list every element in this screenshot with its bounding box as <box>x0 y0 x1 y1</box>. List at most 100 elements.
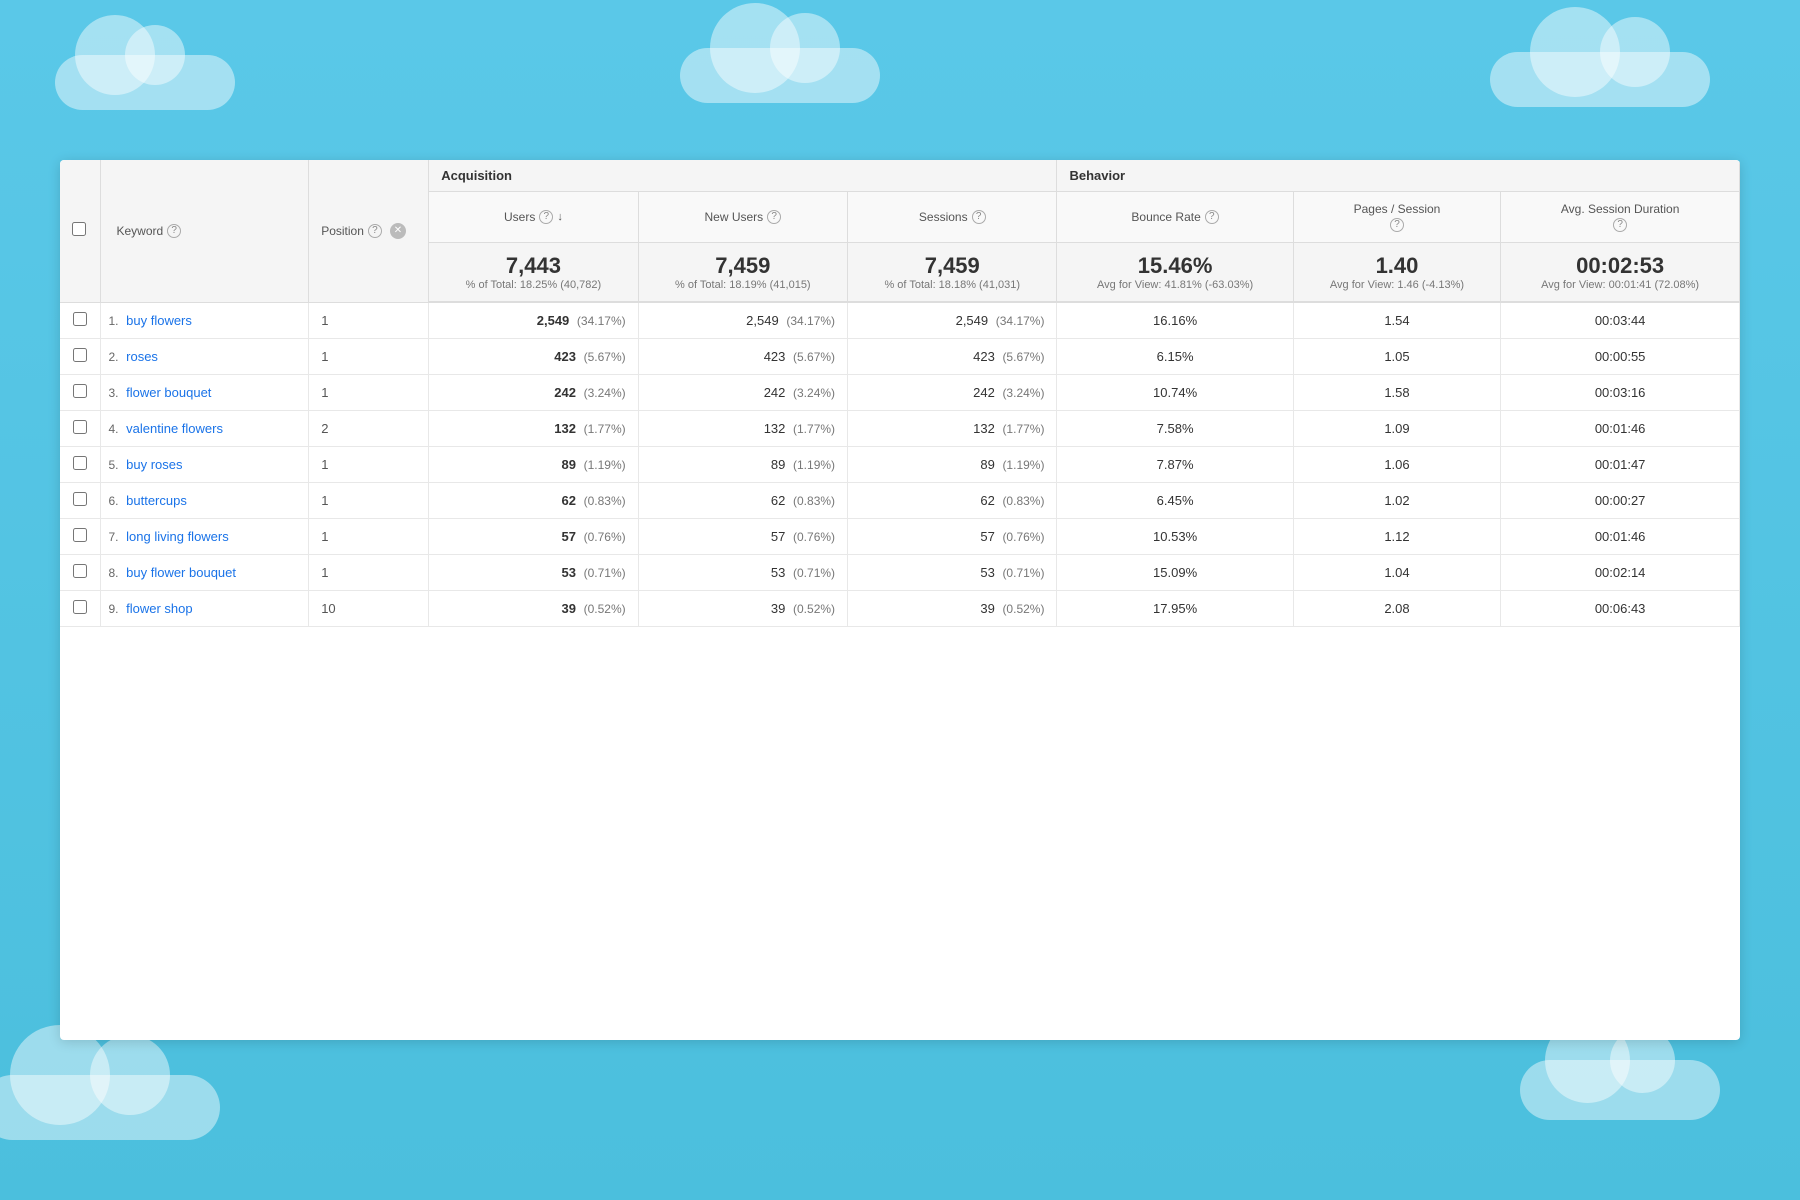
cloud-5 <box>1520 1060 1720 1120</box>
keyword-help-icon[interactable]: ? <box>167 224 181 238</box>
bounce-rate-help-icon[interactable]: ? <box>1205 210 1219 224</box>
row-users-pct: (0.71%) <box>584 566 626 580</box>
row-pages-session: 1.02 <box>1293 482 1501 518</box>
row-position: 1 <box>309 518 429 554</box>
bounce-rate-col-label: Bounce Rate <box>1131 210 1200 224</box>
row-position: 10 <box>309 590 429 626</box>
rank-keyword-cell: 4. valentine flowers <box>100 410 309 446</box>
row-checkbox-2[interactable] <box>73 384 87 398</box>
total-sessions-main: 7,459 <box>860 253 1044 279</box>
keyword-link[interactable]: flower bouquet <box>126 385 211 400</box>
row-avg-session: 00:02:14 <box>1501 554 1740 590</box>
row-users-pct: (1.77%) <box>584 422 626 436</box>
row-new-users-pct: (1.19%) <box>793 458 835 472</box>
users-sort-icon[interactable]: ↓ <box>557 211 563 223</box>
row-users-pct: (0.76%) <box>584 530 626 544</box>
row-checkbox-5[interactable] <box>73 492 87 506</box>
position-help-icon[interactable]: ? <box>368 224 382 238</box>
row-users-main: 423 <box>554 349 576 364</box>
avg-session-col-label: Avg. Session Duration <box>1561 202 1680 216</box>
total-users-sub: % of Total: 18.25% (40,782) <box>441 279 625 291</box>
row-rank: 7. <box>109 530 123 544</box>
table-row: 8. buy flower bouquet 1 53 (0.71%) 53 (0… <box>60 554 1740 590</box>
row-sessions: 39 (0.52%) <box>848 590 1057 626</box>
select-all-checkbox[interactable] <box>72 222 86 236</box>
row-users: 242 (3.24%) <box>429 374 638 410</box>
keyword-link[interactable]: roses <box>126 349 158 364</box>
row-checkbox-8[interactable] <box>73 600 87 614</box>
row-rank: 6. <box>109 494 123 508</box>
row-checkbox-0[interactable] <box>73 312 87 326</box>
row-bounce-rate: 10.74% <box>1057 374 1293 410</box>
row-position: 1 <box>309 374 429 410</box>
row-users: 132 (1.77%) <box>429 410 638 446</box>
avg-session-help-icon[interactable]: ? <box>1613 218 1627 232</box>
keyword-link[interactable]: long living flowers <box>126 529 229 544</box>
row-new-users-pct: (3.24%) <box>793 386 835 400</box>
rank-keyword-cell: 2. roses <box>100 338 309 374</box>
row-users-pct: (0.52%) <box>584 602 626 616</box>
users-help-icon[interactable]: ? <box>539 210 553 224</box>
row-users: 423 (5.67%) <box>429 338 638 374</box>
row-sessions-pct: (34.17%) <box>996 314 1045 328</box>
row-users-pct: (3.24%) <box>584 386 626 400</box>
table-row: 7. long living flowers 1 57 (0.76%) 57 (… <box>60 518 1740 554</box>
row-pages-session: 1.12 <box>1293 518 1501 554</box>
row-checkbox-cell <box>60 518 100 554</box>
row-pages-session: 1.06 <box>1293 446 1501 482</box>
position-close-icon[interactable]: ✕ <box>390 223 406 239</box>
row-pages-session: 2.08 <box>1293 590 1501 626</box>
row-new-users: 242 (3.24%) <box>638 374 847 410</box>
row-users-main: 57 <box>562 529 576 544</box>
row-users-main: 89 <box>562 457 576 472</box>
row-sessions: 423 (5.67%) <box>848 338 1057 374</box>
row-sessions-pct: (0.83%) <box>1002 494 1044 508</box>
total-bounce-rate-sub: Avg for View: 41.81% (-63.03%) <box>1069 279 1280 291</box>
row-pages-session: 1.09 <box>1293 410 1501 446</box>
row-users: 2,549 (34.17%) <box>429 302 638 338</box>
row-new-users-main: 242 <box>764 385 786 400</box>
row-checkbox-3[interactable] <box>73 420 87 434</box>
row-sessions-main: 423 <box>973 349 995 364</box>
row-position: 2 <box>309 410 429 446</box>
keyword-link[interactable]: flower shop <box>126 601 192 616</box>
users-col-label: Users <box>504 210 535 224</box>
row-sessions-pct: (0.76%) <box>1002 530 1044 544</box>
row-users-pct: (1.19%) <box>584 458 626 472</box>
row-users: 39 (0.52%) <box>429 590 638 626</box>
row-checkbox-7[interactable] <box>73 564 87 578</box>
row-sessions: 57 (0.76%) <box>848 518 1057 554</box>
row-users-main: 2,549 <box>537 313 570 328</box>
row-checkbox-4[interactable] <box>73 456 87 470</box>
row-pages-session: 1.54 <box>1293 302 1501 338</box>
row-sessions-pct: (0.71%) <box>1002 566 1044 580</box>
row-checkbox-6[interactable] <box>73 528 87 542</box>
row-users-pct: (0.83%) <box>584 494 626 508</box>
keyword-link[interactable]: valentine flowers <box>126 421 223 436</box>
new-users-help-icon[interactable]: ? <box>767 210 781 224</box>
keyword-link[interactable]: buy flowers <box>126 313 192 328</box>
row-sessions-pct: (1.77%) <box>1002 422 1044 436</box>
total-duration-main: 00:02:53 <box>1513 253 1727 279</box>
sessions-col-label: Sessions <box>919 210 968 224</box>
row-sessions: 62 (0.83%) <box>848 482 1057 518</box>
table-body: 1. buy flowers 1 2,549 (34.17%) 2,549 (3… <box>60 302 1740 626</box>
cloud-1 <box>55 55 235 110</box>
keyword-link[interactable]: buttercups <box>126 493 187 508</box>
table-row: 4. valentine flowers 2 132 (1.77%) 132 (… <box>60 410 1740 446</box>
sessions-help-icon[interactable]: ? <box>972 210 986 224</box>
keyword-link[interactable]: buy roses <box>126 457 182 472</box>
pages-session-help-icon[interactable]: ? <box>1390 218 1404 232</box>
row-new-users-pct: (0.76%) <box>793 530 835 544</box>
row-sessions-main: 242 <box>973 385 995 400</box>
row-new-users-pct: (0.71%) <box>793 566 835 580</box>
rank-keyword-cell: 6. buttercups <box>100 482 309 518</box>
row-checkbox-1[interactable] <box>73 348 87 362</box>
keyword-link[interactable]: buy flower bouquet <box>126 565 236 580</box>
analytics-table: Keyword ? Position ? ✕ Acquisition Behav… <box>60 160 1740 627</box>
row-bounce-rate: 17.95% <box>1057 590 1293 626</box>
total-new-users-main: 7,459 <box>651 253 835 279</box>
row-sessions-main: 2,549 <box>956 313 989 328</box>
row-new-users-main: 57 <box>771 529 785 544</box>
row-rank: 8. <box>109 566 123 580</box>
